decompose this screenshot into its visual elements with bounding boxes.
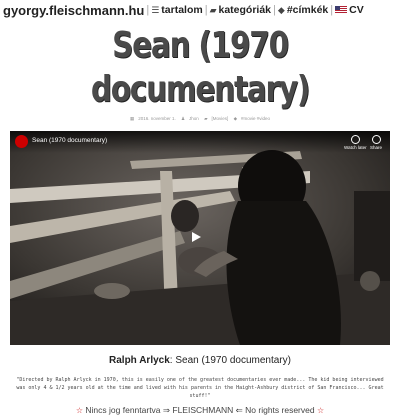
folder-icon: ▰ (209, 4, 217, 15)
nav-item-kategoriak[interactable]: ▰ kategóriák (210, 4, 271, 16)
star-icon: ☆ (316, 406, 325, 415)
post-category[interactable]: [Movies] (212, 116, 229, 121)
post-date: 2016. november 1. (138, 116, 176, 121)
tag-icon: ◆ (277, 4, 285, 15)
caption-author: Ralph Arlyck (109, 355, 170, 366)
nav-item-label: CV (349, 4, 364, 16)
nav-item-label: tartalom (161, 4, 203, 16)
footer: ☆ Nincs jog fenntartva ⇒ FLEISCHMANN ⇐ N… (0, 405, 400, 416)
post-author[interactable]: Jhon (189, 116, 199, 121)
calendar-icon: ▦ (129, 116, 135, 121)
nav-item-cv[interactable]: CV (335, 4, 364, 16)
nav-divider: | (204, 4, 208, 16)
watch-later-button[interactable]: Watch later (344, 135, 367, 150)
play-icon[interactable] (192, 232, 201, 242)
nav-divider: | (330, 4, 334, 16)
nav-item-label: #címkék (286, 4, 329, 16)
nav-item-cimkek[interactable]: ◆ #címkék (278, 4, 328, 16)
watch-later-label: Watch later (344, 145, 367, 150)
footer-text: Nincs jog fenntartva ⇒ FLEISCHMANN ⇐ No … (85, 405, 315, 415)
user-icon: ♟ (180, 116, 186, 121)
video-caption: Ralph Arlyck: Sean (1970 documentary) (0, 355, 400, 366)
post-meta: ▦ 2016. november 1. ♟ Jhon ▰ [Movies] ◆ #mov… (0, 116, 400, 122)
channel-avatar[interactable] (15, 135, 28, 148)
top-nav: gyorgy.fleischmann.hu | ☰ tartalom | ▰ k… (0, 0, 400, 20)
caption-title: : Sean (1970 documentary) (169, 355, 291, 366)
nav-divider: | (273, 4, 276, 16)
tag-icon: ◆ (233, 116, 238, 121)
share-label: Share (370, 145, 383, 150)
nav-item-tartalom[interactable]: ☰ tartalom (151, 4, 203, 16)
post-tags[interactable]: #movie #video (241, 116, 270, 121)
clock-icon (350, 135, 360, 144)
youtube-embed[interactable]: Sean (1970 documentary) Watch later Shar… (10, 131, 390, 345)
video-title[interactable]: Sean (1970 documentary) (32, 137, 107, 144)
share-icon (371, 135, 381, 144)
folder-icon: ▰ (204, 116, 208, 121)
us-flag-icon (335, 6, 348, 14)
description-quote: "Directed by Ralph Arlyck in 1970, this … (16, 377, 384, 399)
nav-item-label: kategóriák (218, 4, 272, 16)
page-title: Sean (1970 documentary) (90, 25, 311, 110)
nav-divider: | (146, 4, 150, 16)
site-title-link[interactable]: gyorgy.fleischmann.hu (3, 3, 144, 18)
share-button[interactable]: Share (370, 135, 382, 150)
star-icon: ☆ (75, 406, 84, 415)
list-icon: ☰ (151, 4, 160, 15)
